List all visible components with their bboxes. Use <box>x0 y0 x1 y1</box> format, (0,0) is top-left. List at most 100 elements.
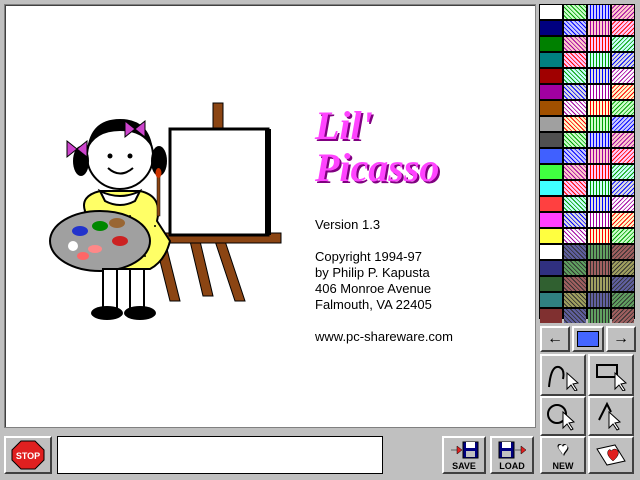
palette-swatch[interactable] <box>540 309 562 323</box>
palette-swatch[interactable] <box>588 21 610 35</box>
palette-swatch[interactable] <box>540 21 562 35</box>
palette-swatch[interactable] <box>564 309 586 323</box>
palette-swatch[interactable] <box>588 53 610 67</box>
palette-swatch[interactable] <box>564 181 586 195</box>
palette-swatch[interactable] <box>588 213 610 227</box>
palette-swatch[interactable] <box>564 69 586 83</box>
palette-swatch[interactable] <box>612 133 634 147</box>
palette-swatch[interactable] <box>612 37 634 51</box>
palette-swatch[interactable] <box>564 85 586 99</box>
palette-swatch[interactable] <box>612 293 634 307</box>
palette-swatch[interactable] <box>612 309 634 323</box>
palette-swatch[interactable] <box>588 229 610 243</box>
palette-swatch[interactable] <box>588 293 610 307</box>
palette-swatch[interactable] <box>540 277 562 291</box>
palette-swatch[interactable] <box>540 293 562 307</box>
palette-swatch[interactable] <box>612 213 634 227</box>
palette-swatch[interactable] <box>588 101 610 115</box>
palette-swatch[interactable] <box>540 165 562 179</box>
palette-swatch[interactable] <box>564 229 586 243</box>
palette-swatch[interactable] <box>588 149 610 163</box>
website-text: www.pc-shareware.com <box>315 329 453 344</box>
palette-swatch[interactable] <box>564 21 586 35</box>
palette-swatch[interactable] <box>588 197 610 211</box>
save-button[interactable]: SAVE <box>442 436 486 474</box>
palette-swatch[interactable] <box>588 85 610 99</box>
palette-swatch[interactable] <box>588 37 610 51</box>
palette-swatch[interactable] <box>588 309 610 323</box>
palette-swatch[interactable] <box>612 117 634 131</box>
palette-swatch[interactable] <box>564 117 586 131</box>
heart-stamp-icon <box>596 444 626 466</box>
palette-swatch[interactable] <box>612 261 634 275</box>
palette-swatch[interactable] <box>612 85 634 99</box>
palette-swatch[interactable] <box>540 133 562 147</box>
palette-swatch[interactable] <box>564 5 586 19</box>
palette-swatch[interactable] <box>612 69 634 83</box>
palette-swatch[interactable] <box>540 261 562 275</box>
palette-swatch[interactable] <box>612 165 634 179</box>
palette-swatch[interactable] <box>612 245 634 259</box>
next-color-button[interactable]: → <box>606 326 636 352</box>
palette-swatch[interactable] <box>540 101 562 115</box>
palette-swatch[interactable] <box>612 21 634 35</box>
palette-swatch[interactable] <box>540 245 562 259</box>
palette-swatch[interactable] <box>564 133 586 147</box>
palette-swatch[interactable] <box>588 277 610 291</box>
palette-swatch[interactable] <box>564 53 586 67</box>
palette-swatch[interactable] <box>612 197 634 211</box>
version-text: Version 1.3 <box>315 217 381 232</box>
circle-tool-button[interactable] <box>540 396 586 436</box>
app-title-line1: Lil' <box>315 103 373 148</box>
rectangle-tool-button[interactable] <box>588 354 634 396</box>
palette-swatch[interactable] <box>564 165 586 179</box>
palette-swatch[interactable] <box>612 181 634 195</box>
load-disk-icon <box>498 441 527 458</box>
palette-swatch[interactable] <box>612 5 634 19</box>
palette-swatch[interactable] <box>588 5 610 19</box>
load-button[interactable]: LOAD <box>490 436 534 474</box>
palette-swatch[interactable] <box>564 213 586 227</box>
drawing-canvas[interactable]: Lil' Picasso Version 1.3 Copyright 1994-… <box>4 4 536 428</box>
freehand-draw-tool-button[interactable] <box>540 354 586 396</box>
palette-swatch[interactable] <box>588 181 610 195</box>
palette-swatch[interactable] <box>540 37 562 51</box>
palette-swatch[interactable] <box>612 53 634 67</box>
stop-button[interactable]: STOP <box>4 436 52 474</box>
palette-swatch[interactable] <box>564 37 586 51</box>
palette-swatch[interactable] <box>540 53 562 67</box>
palette-swatch[interactable] <box>588 165 610 179</box>
palette-swatch[interactable] <box>564 245 586 259</box>
palette-swatch[interactable] <box>540 197 562 211</box>
palette-swatch[interactable] <box>540 149 562 163</box>
line-icon <box>598 401 622 431</box>
palette-swatch[interactable] <box>564 197 586 211</box>
palette-swatch[interactable] <box>540 5 562 19</box>
palette-swatch[interactable] <box>612 277 634 291</box>
palette-swatch[interactable] <box>540 69 562 83</box>
palette-swatch[interactable] <box>540 213 562 227</box>
palette-swatch[interactable] <box>612 149 634 163</box>
palette-swatch[interactable] <box>540 181 562 195</box>
palette-swatch[interactable] <box>588 261 610 275</box>
line-tool-button[interactable] <box>588 396 634 436</box>
palette-swatch[interactable] <box>564 277 586 291</box>
palette-swatch[interactable] <box>588 133 610 147</box>
palette-swatch[interactable] <box>588 245 610 259</box>
palette-swatch[interactable] <box>540 117 562 131</box>
previous-color-button[interactable]: ← <box>540 326 570 352</box>
palette-swatch[interactable] <box>564 149 586 163</box>
stamp-tool-button[interactable] <box>588 436 634 474</box>
palette-swatch[interactable] <box>588 117 610 131</box>
palette-swatch[interactable] <box>564 261 586 275</box>
palette-swatch[interactable] <box>612 101 634 115</box>
palette-swatch[interactable] <box>588 69 610 83</box>
palette-swatch[interactable] <box>612 229 634 243</box>
address-line2: Falmouth, VA 22405 <box>315 297 432 312</box>
new-button[interactable]: ♥ NEW <box>540 436 586 474</box>
palette-swatch[interactable] <box>564 101 586 115</box>
palette-swatch[interactable] <box>540 229 562 243</box>
palette-swatch[interactable] <box>564 293 586 307</box>
palette-swatch[interactable] <box>540 85 562 99</box>
color-palette[interactable] <box>539 4 635 323</box>
